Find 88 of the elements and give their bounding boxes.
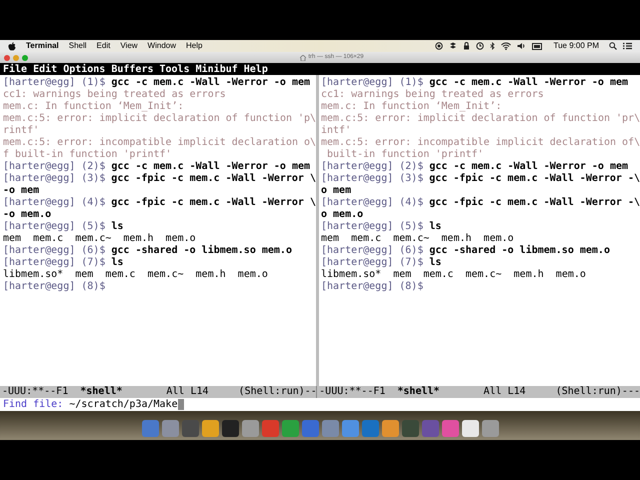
shell-command: ls xyxy=(429,257,442,269)
app-icon[interactable] xyxy=(242,420,258,437)
error-output: intf' xyxy=(321,125,352,137)
app-icon[interactable] xyxy=(202,420,218,437)
shell-prompt: [harter@egg] (3)$ xyxy=(321,173,424,185)
menu-clock[interactable]: Tue 9:00 PM xyxy=(553,40,599,52)
shell-command: -o mem.o xyxy=(3,209,52,221)
file-listing: mem mem.c mem.c~ mem.h mem.o xyxy=(321,233,514,245)
clock-icon[interactable] xyxy=(476,42,484,50)
error-output: mem.c:5: error: implicit declaration of function 'pr\ xyxy=(321,113,640,125)
menu-item[interactable]: Edit xyxy=(96,40,110,52)
error-output: mem.c:5: error: incompatible implicit declaration of\ xyxy=(321,137,640,149)
app-icon[interactable] xyxy=(482,420,498,437)
shell-prompt: [harter@egg] (2)$ xyxy=(321,161,424,173)
shell-command: gcc -c mem.c -Wall -Werror -o mem xyxy=(111,77,310,89)
list-icon[interactable] xyxy=(623,42,632,50)
shell-command: ls xyxy=(429,221,442,233)
menu-item[interactable]: Help xyxy=(186,40,202,52)
app-icon[interactable] xyxy=(462,420,478,437)
minibuffer-prompt: Find file: xyxy=(3,398,64,412)
shell-command: o mem xyxy=(321,185,352,197)
home-icon xyxy=(300,54,306,60)
volume-icon[interactable] xyxy=(517,42,526,50)
wifi-icon[interactable] xyxy=(501,42,512,50)
zoom-button[interactable] xyxy=(22,54,28,60)
shell-prompt: [harter@egg] (3)$ xyxy=(3,173,106,185)
shell-prompt: [harter@egg] (6)$ xyxy=(321,245,424,257)
box-icon[interactable] xyxy=(449,42,458,50)
error-output: mem.c:5: error: incompatible implicit declaration o\ xyxy=(3,137,316,149)
shell-prompt: [harter@egg] (7)$ xyxy=(3,257,106,269)
shell-command: gcc -c mem.c -Wall -Werror -o mem xyxy=(429,77,628,89)
error-output: f built-in function 'printf' xyxy=(3,149,172,161)
app-menu[interactable]: Terminal xyxy=(26,40,59,52)
menu-item[interactable]: Edit xyxy=(33,62,58,76)
shell-command: gcc -shared -o libmem.so mem.o xyxy=(111,245,292,257)
menu-item[interactable]: View xyxy=(120,40,138,52)
text-cursor xyxy=(178,399,184,410)
shell-prompt: [harter@egg] (8)$ xyxy=(321,281,424,293)
shell-prompt: [harter@egg] (7)$ xyxy=(321,257,424,269)
shell-command: ls xyxy=(111,221,124,233)
shell-command: ls xyxy=(111,257,124,269)
shell-prompt: [harter@egg] (2)$ xyxy=(3,161,106,173)
error-output: mem.c: In function ‘Mem_Init’: xyxy=(321,101,502,113)
error-output: mem.c: In function ‘Mem_Init’: xyxy=(3,101,184,113)
app-icon[interactable] xyxy=(382,420,398,437)
error-output: cc1: warnings being treated as errors xyxy=(3,89,226,101)
shell-prompt: [harter@egg] (4)$ xyxy=(321,197,424,209)
minimize-button[interactable] xyxy=(13,54,19,60)
apple-icon[interactable] xyxy=(8,42,16,50)
shell-prompt: [harter@egg] (4)$ xyxy=(3,197,106,209)
shell-prompt: [harter@egg] (5)$ xyxy=(321,221,424,233)
lock-icon[interactable] xyxy=(463,42,470,50)
menu-item[interactable]: File xyxy=(3,62,28,76)
error-output: mem.c:5: error: implicit declaration of function 'p\ xyxy=(3,113,316,125)
shell-prompt: [harter@egg] (5)$ xyxy=(3,221,106,233)
search-icon[interactable] xyxy=(609,42,617,50)
menu-item[interactable]: Minibuf xyxy=(196,62,238,76)
close-button[interactable] xyxy=(4,54,10,60)
shell-prompt: [harter@egg] (8)$ xyxy=(3,281,106,293)
bluetooth-icon[interactable] xyxy=(490,42,496,50)
menu-item[interactable]: Buffers xyxy=(111,62,154,76)
shell-command: gcc -fpic -c mem.c -Wall -Werror -\ xyxy=(429,197,640,209)
shell-command: gcc -fpic -c mem.c -Wall -Werror \ xyxy=(111,197,316,209)
menu-item[interactable]: Window xyxy=(148,40,176,52)
shell-prompt: [harter@egg] (1)$ xyxy=(321,77,424,89)
shell-command: -o mem xyxy=(3,185,40,197)
error-output: rintf' xyxy=(3,125,40,137)
shell-prompt: [harter@egg] (1)$ xyxy=(3,77,106,89)
file-listing: libmem.so* mem mem.c mem.c~ mem.h mem.o xyxy=(321,269,586,281)
shell-prompt: [harter@egg] (6)$ xyxy=(3,245,106,257)
error-output: cc1: warnings being treated as errors xyxy=(321,89,544,101)
menu-item[interactable]: Shell xyxy=(68,40,87,52)
menu-item[interactable]: Help xyxy=(244,62,268,76)
menu-item[interactable]: Options xyxy=(63,62,106,76)
shell-command: gcc -c mem.c -Wall -Werror -o mem xyxy=(111,161,310,172)
menu-item[interactable]: Tools xyxy=(160,62,190,76)
file-listing: mem mem.c mem.c~ mem.h mem.o xyxy=(3,233,196,245)
file-listing: libmem.so* mem mem.c mem.c~ mem.h mem.o xyxy=(3,269,268,281)
battery-icon[interactable] xyxy=(532,42,544,50)
shell-command: gcc -c mem.c -Wall -Werror -o mem xyxy=(429,161,628,172)
app-icon[interactable] xyxy=(222,420,238,437)
shell-command: o mem.o xyxy=(321,209,364,221)
error-output: built-in function 'printf' xyxy=(326,149,484,161)
shell-command: gcc -fpic -c mem.c -Wall -Werror -\ xyxy=(429,173,640,185)
record-icon[interactable] xyxy=(435,42,444,50)
shell-command: gcc -fpic -c mem.c -Wall -Werror \ xyxy=(111,173,316,185)
minibuffer-input[interactable]: ~/scratch/p3a/Make xyxy=(69,397,178,412)
shell-command: gcc -shared -o libmem.so mem.o xyxy=(429,245,610,257)
